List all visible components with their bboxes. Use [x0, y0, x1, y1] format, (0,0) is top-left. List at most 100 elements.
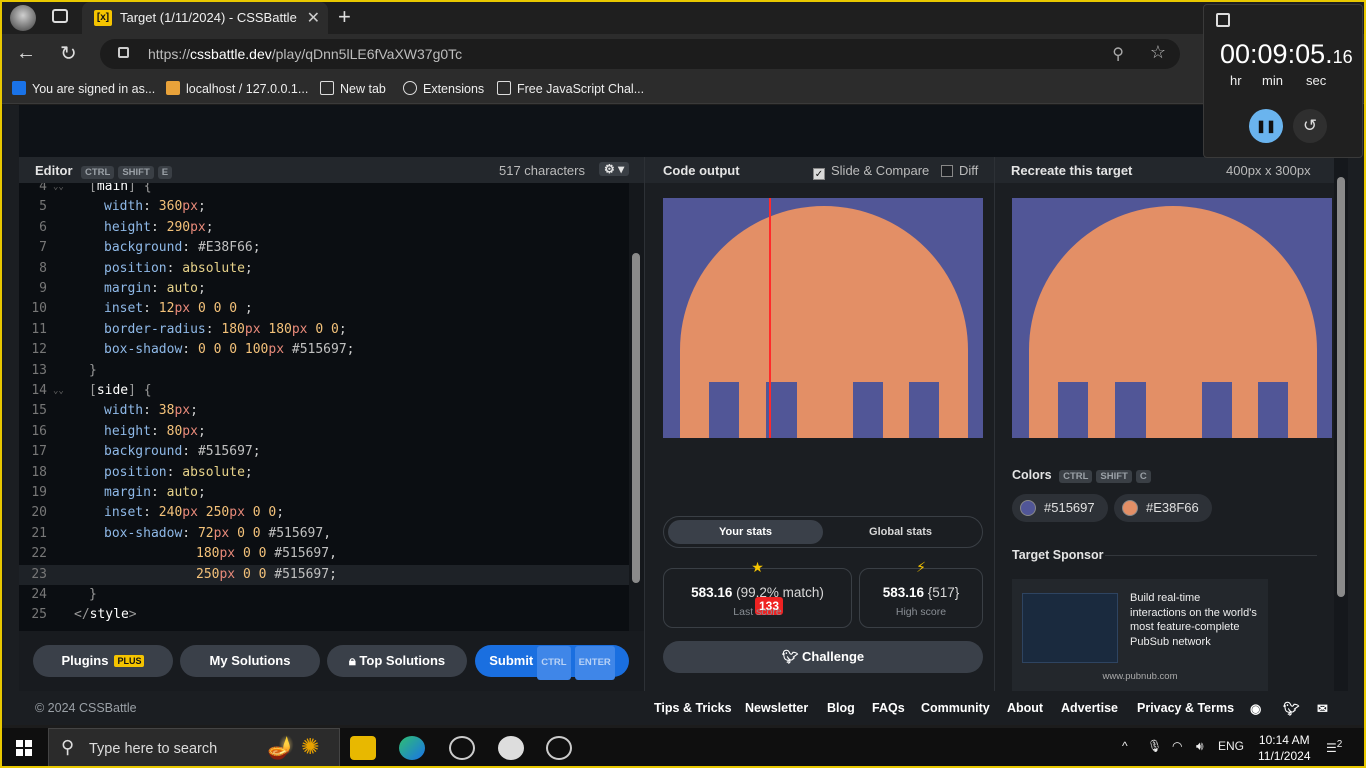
code-text[interactable]: </style>: [74, 605, 137, 625]
discord-icon[interactable]: ◉: [1250, 701, 1261, 717]
code-text[interactable]: box-shadow: 72px 0 0 #515697,: [104, 524, 331, 544]
zoom-icon[interactable]: ⚲: [1112, 44, 1124, 64]
bookmark-signed-in[interactable]: You are signed in as...: [12, 81, 155, 96]
sponsor-ad[interactable]: Build real-time interactions on the worl…: [1012, 579, 1268, 691]
pause-icon[interactable]: ❚❚: [1249, 109, 1283, 143]
new-tab-icon[interactable]: +: [338, 4, 351, 30]
chatgpt-icon[interactable]: [449, 736, 475, 760]
diff-toggle[interactable]: Diff: [941, 163, 978, 178]
plugins-button[interactable]: Plugins PLUS: [33, 645, 173, 677]
compare-slider-line[interactable]: [769, 198, 771, 438]
close-tab-icon[interactable]: ✕: [307, 8, 320, 28]
code-line[interactable]: 5 width: 360px;: [19, 197, 629, 217]
code-line[interactable]: 15 width: 38px;: [19, 401, 629, 421]
taskbar-search[interactable]: ⚲ Type here to search 🪔 ✺: [48, 728, 340, 768]
obs-icon[interactable]: [546, 736, 572, 760]
code-line[interactable]: 13}: [19, 361, 629, 381]
fold-toggle-icon[interactable]: ⌄⌄: [53, 183, 64, 197]
tray-chevron-icon[interactable]: ^: [1122, 739, 1128, 753]
notifications-icon[interactable]: ☰2: [1326, 739, 1342, 755]
fold-toggle-icon[interactable]: ⌄⌄: [53, 381, 64, 401]
code-text[interactable]: height: 80px;: [104, 422, 206, 442]
code-line[interactable]: 11 border-radius: 180px 180px 0 0;: [19, 320, 629, 340]
code-line[interactable]: 9 margin: auto;: [19, 279, 629, 299]
code-text[interactable]: inset: 240px 250px 0 0;: [104, 503, 284, 523]
code-text[interactable]: position: absolute;: [104, 463, 253, 483]
favorite-star-icon[interactable]: ☆: [1150, 42, 1166, 63]
file-explorer-icon[interactable]: [350, 736, 376, 760]
tab-actions-icon[interactable]: [52, 9, 68, 23]
code-editor[interactable]: 4 ⌄⌄ [main] {5 width: 360px; 6 height: 290px;…: [19, 183, 644, 631]
code-text[interactable]: [side] {: [89, 381, 152, 401]
code-text[interactable]: background: #E38F66;: [104, 238, 261, 258]
reset-icon[interactable]: ↺: [1293, 109, 1327, 143]
code-line[interactable]: 18 position: absolute;: [19, 463, 629, 483]
code-text[interactable]: box-shadow: 0 0 0 100px #515697;: [104, 340, 355, 360]
code-line[interactable]: 6 height: 290px;: [19, 218, 629, 238]
clock-app-icon[interactable]: [498, 736, 524, 760]
back-arrow-icon[interactable]: ←: [16, 42, 36, 65]
footer-link-community[interactable]: Community: [921, 701, 990, 715]
code-line[interactable]: 4 ⌄⌄ [main] {: [19, 183, 629, 197]
code-text[interactable]: 250px 0 0 #515697;: [196, 565, 337, 585]
url-text[interactable]: https://cssbattle.dev/play/qDnn5lLE6fVaX…: [148, 46, 462, 62]
diwali-lamp-icon[interactable]: 🪔: [267, 735, 294, 761]
code-text[interactable]: }: [89, 585, 97, 605]
code-line[interactable]: 10 inset: 12px 0 0 0 ;: [19, 299, 629, 319]
code-line[interactable]: 14 ⌄⌄ [side] {: [19, 381, 629, 401]
code-line[interactable]: 21 box-shadow: 72px 0 0 #515697,: [19, 524, 629, 544]
edge-icon[interactable]: [399, 736, 425, 760]
code-line[interactable]: 16 height: 80px;: [19, 422, 629, 442]
code-text[interactable]: height: 290px;: [104, 218, 214, 238]
twitter-icon[interactable]: 🐦︎: [1283, 701, 1300, 717]
rangoli-icon[interactable]: ✺: [301, 734, 319, 760]
code-line[interactable]: 7 background: #E38F66;: [19, 238, 629, 258]
color-chip-blue[interactable]: #515697: [1012, 494, 1108, 522]
sponsor-url[interactable]: www.pubnub.com: [1012, 671, 1268, 682]
top-solutions-button[interactable]: 🔒︎ Top Solutions: [327, 645, 467, 677]
footer-link-advertise[interactable]: Advertise: [1061, 701, 1118, 715]
footer-link-tips[interactable]: Tips & Tricks: [654, 701, 732, 715]
code-line[interactable]: 23 250px 0 0 #515697;: [19, 564, 629, 585]
footer-link-newsletter[interactable]: Newsletter: [745, 701, 808, 715]
code-line[interactable]: 17 background: #515697;: [19, 442, 629, 462]
bookmark-localhost[interactable]: localhost / 127.0.0.1...: [166, 81, 308, 96]
bookmark-new-tab[interactable]: New tab: [320, 81, 386, 96]
code-text[interactable]: [main] {: [89, 183, 152, 197]
code-text[interactable]: margin: auto;: [104, 483, 206, 503]
bookmark-js-challenges[interactable]: Free JavaScript Chal...: [497, 81, 644, 96]
code-line[interactable]: 12 box-shadow: 0 0 0 100px #515697;: [19, 340, 629, 360]
taskbar-clock[interactable]: 10:14 AM 11/1/2024: [1258, 732, 1311, 764]
code-text[interactable]: border-radius: 180px 180px 0 0;: [104, 320, 347, 340]
target-scroll-thumb[interactable]: [1337, 177, 1345, 597]
output-canvas[interactable]: [663, 198, 983, 438]
tab-active[interactable]: [x] Target (1/11/2024) - CSSBattle ✕: [82, 2, 328, 34]
code-line[interactable]: 22 180px 0 0 #515697,: [19, 544, 629, 564]
footer-link-faqs[interactable]: FAQs: [872, 701, 905, 715]
code-text[interactable]: position: absolute;: [104, 259, 253, 279]
language-indicator[interactable]: ENG: [1218, 739, 1244, 753]
microphone-icon[interactable]: 🎙︎: [1147, 739, 1162, 753]
lock-icon[interactable]: [118, 47, 129, 58]
bookmark-extensions[interactable]: Extensions: [403, 81, 484, 96]
footer-link-about[interactable]: About: [1007, 701, 1043, 715]
footer-link-privacy[interactable]: Privacy & Terms: [1137, 701, 1234, 715]
color-chip-orange[interactable]: #E38F66: [1114, 494, 1212, 522]
code-text[interactable]: inset: 12px 0 0 0 ;: [104, 299, 253, 319]
code-text[interactable]: 180px 0 0 #515697,: [196, 544, 337, 564]
tab-global-stats[interactable]: Global stats: [823, 520, 978, 544]
code-text[interactable]: margin: auto;: [104, 279, 206, 299]
slide-compare-toggle[interactable]: ✓ Slide & Compare: [813, 163, 929, 180]
checkbox-checked-icon[interactable]: ✓: [813, 168, 825, 180]
code-text[interactable]: }: [89, 361, 97, 381]
editor-scrollbar[interactable]: [629, 183, 644, 631]
code-line[interactable]: 19 margin: auto;: [19, 483, 629, 503]
tab-your-stats[interactable]: Your stats: [668, 520, 823, 544]
volume-icon[interactable]: 🔊︎: [1196, 739, 1204, 754]
wifi-icon[interactable]: ◠: [1172, 739, 1182, 753]
code-line[interactable]: 8 position: absolute;: [19, 259, 629, 279]
submit-button[interactable]: Submit CTRL ENTER: [475, 645, 629, 680]
editor-scroll-thumb[interactable]: [632, 253, 640, 583]
expand-icon[interactable]: [1216, 13, 1230, 27]
mail-icon[interactable]: ✉: [1317, 701, 1328, 717]
